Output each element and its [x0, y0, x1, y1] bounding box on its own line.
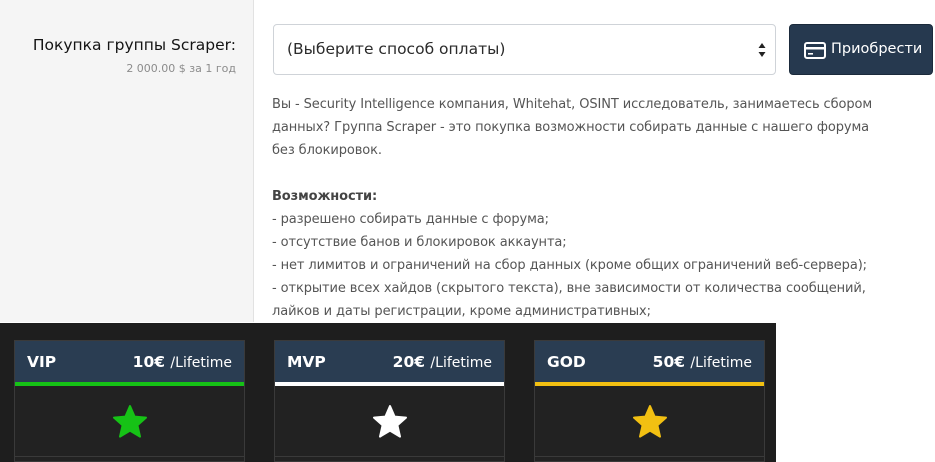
feature-item: - разрешено собирать данные с форума; [272, 212, 549, 227]
feature-item: - отсутствие банов и блокировок аккаунта… [272, 235, 567, 250]
buy-button[interactable]: Приобрести [789, 24, 933, 75]
select-arrows-icon [758, 43, 766, 57]
plan-price: 50€ /Lifetime [652, 353, 752, 371]
plan-name: VIP [27, 353, 57, 371]
description-line: без блокировок. [272, 143, 382, 158]
feature-item: лайков и даты регистрации, кроме админис… [272, 304, 651, 319]
plan-name: GOD [547, 353, 586, 371]
credit-card-icon [804, 42, 826, 59]
plan-card-vip[interactable]: VIP 10€ /Lifetime [14, 340, 245, 462]
payment-method-value: (Выберите способ оплаты) [287, 40, 506, 58]
group-label: Покупка группы Scraper: [32, 36, 236, 54]
payment-method-select[interactable]: (Выберите способ оплаты) [273, 24, 776, 75]
plan-header: VIP 10€ /Lifetime [15, 341, 244, 385]
group-description: Вы - Security Intelligence компания, Whi… [272, 93, 932, 323]
plan-color-bar [15, 382, 244, 386]
features-title: Возможности: [272, 189, 378, 204]
star-icon [633, 405, 667, 438]
star-icon [373, 405, 407, 438]
plan-color-bar [275, 382, 504, 386]
plans-panel: VIP 10€ /Lifetime MVP 20€ /Lifetime GOD … [0, 323, 776, 462]
plan-card-god[interactable]: GOD 50€ /Lifetime [534, 340, 765, 462]
plan-header: GOD 50€ /Lifetime [535, 341, 764, 385]
plan-name: MVP [287, 353, 326, 371]
purchase-label-column: Покупка группы Scraper: 2 000.00 $ за 1 … [0, 0, 254, 322]
plan-price: 20€ /Lifetime [392, 353, 492, 371]
description-line: данных? Группа Scraper - это покупка воз… [272, 120, 870, 135]
plan-card-mvp[interactable]: MVP 20€ /Lifetime [274, 340, 505, 462]
group-price: 2 000.00 $ за 1 год [126, 62, 236, 75]
feature-item: - открытие всех хайдов (скрытого текста)… [272, 281, 866, 296]
description-line: Вы - Security Intelligence компания, Whi… [272, 97, 873, 112]
feature-item: - нет лимитов и ограничений на сбор данн… [272, 258, 867, 273]
star-icon [113, 405, 147, 438]
buy-button-label: Приобрести [831, 41, 923, 57]
plan-price: 10€ /Lifetime [132, 353, 232, 371]
plan-color-bar [535, 382, 764, 386]
plan-header: MVP 20€ /Lifetime [275, 341, 504, 385]
